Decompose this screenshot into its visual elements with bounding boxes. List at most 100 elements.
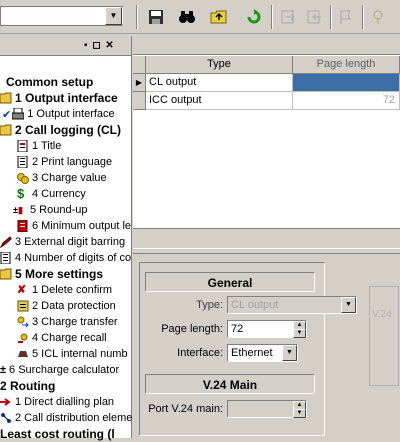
tree-item-charge-recall[interactable]: 4 Charge recall	[17, 330, 107, 346]
properties-panel: General Type: CL output ▼ Page length: 7…	[133, 254, 400, 438]
type-label: Type:	[143, 296, 223, 314]
tree-item-label: 1 Output interface	[27, 108, 115, 120]
header-label: Type	[207, 58, 231, 70]
tree-item-label: 5 Round-up	[30, 204, 88, 216]
page-length-label: Page length:	[143, 320, 223, 338]
tree-item-label: 1 Title	[32, 140, 62, 152]
navigation-tree-pane: ▪ ◻ ✕ Common setup 1 Output interface ✔ 1…	[0, 36, 132, 441]
tree-item-print-language[interactable]: 2 Print language	[17, 154, 112, 170]
grid-area: Type Page length ▶ CL output 72 ICC outp…	[133, 36, 400, 248]
field-text: 72	[231, 323, 244, 335]
help-disabled-icon	[367, 6, 389, 28]
spin-down-icon: ▼	[293, 409, 306, 418]
tree-item-label: Common setup	[6, 75, 94, 89]
column-header-page-length[interactable]: Page length	[293, 56, 400, 74]
tree-item-title[interactable]: 1 Title	[17, 138, 61, 154]
cell-type[interactable]: ICC output	[146, 92, 293, 110]
toolbar: ▼	[0, 0, 400, 34]
phone-icon	[17, 348, 29, 360]
toolbar-separator	[362, 5, 364, 29]
tree-item-label: Least cost routing (l	[0, 427, 115, 441]
general-group-header: General	[145, 272, 315, 292]
delete-x-icon: ✘	[17, 284, 27, 296]
tree-item-label: 1 Output interface	[15, 91, 118, 105]
tree-item-external-digit-barring[interactable]: 3 External digit barring	[0, 234, 125, 250]
tree-item-common-setup[interactable]: Common setup	[6, 74, 93, 90]
coins-icon	[17, 172, 29, 184]
tree-item-output-interface-folder[interactable]: 1 Output interface	[0, 90, 118, 106]
tree-item-least-cost-routing[interactable]: Least cost routing (l	[0, 426, 115, 442]
pane-header-controls[interactable]: ▪ ◻ ✕	[84, 40, 115, 51]
grid-scrollbar-area[interactable]	[133, 228, 400, 248]
cell-page-length[interactable]: 72	[293, 92, 400, 110]
header-label: Page length	[316, 58, 376, 70]
refresh-icon[interactable]	[243, 6, 265, 28]
tree-item-label: 4 Charge recall	[32, 332, 107, 344]
group-title: General	[207, 276, 253, 290]
tree-item-icl-internal-numb[interactable]: 5 ICL internal numb	[17, 346, 128, 362]
cell-type[interactable]: CL output	[146, 74, 293, 92]
save-icon[interactable]	[145, 6, 167, 28]
chevron-down-icon: ▼	[341, 297, 356, 313]
chevron-down-icon[interactable]: ▼	[282, 345, 297, 361]
tree-item-output-interface[interactable]: ✔ 1 Output interface	[2, 106, 115, 122]
tree-item-charge-value[interactable]: 3 Charge value	[17, 170, 107, 186]
folder-icon	[0, 92, 12, 104]
chevron-down-icon[interactable]: ▼	[105, 7, 122, 25]
tree-item-more-settings-folder[interactable]: 5 More settings	[0, 266, 103, 282]
cell-text: ICC output	[149, 94, 202, 106]
tree-item-label: 2 Routing	[0, 379, 56, 393]
lock-document-icon	[17, 300, 29, 312]
type-field: CL output	[227, 296, 357, 314]
printer-icon	[11, 107, 25, 120]
tree-item-minimum-output[interactable]: 6 Minimum output le	[17, 218, 131, 234]
tree-item-delete-confirm[interactable]: ✘ 1 Delete confirm	[17, 282, 112, 298]
tree-item-number-of-digits[interactable]: 4 Number of digits of co	[0, 250, 131, 266]
route-arrow-icon	[0, 396, 12, 408]
tree-item-call-logging-folder[interactable]: 2 Call logging (CL)	[0, 122, 121, 138]
tree-item-label: 3 External digit barring	[15, 236, 126, 248]
find-binoculars-icon[interactable]	[176, 6, 198, 28]
tree-item-surcharge-calculator[interactable]: ±6 Surcharge calculator	[0, 362, 119, 378]
toolbar-separator	[330, 5, 332, 29]
folder-up-icon[interactable]	[208, 6, 230, 28]
tree-item-label: 3 Charge value	[32, 172, 107, 184]
tree-item-charge-transfer[interactable]: 3 Charge transfer	[17, 314, 118, 330]
check-icon: ✔	[2, 108, 12, 121]
tree-item-round-up[interactable]: ±▮ 5 Round-up	[13, 202, 88, 218]
export-disabled-icon	[277, 6, 299, 28]
folder-icon	[0, 268, 12, 280]
detail-pane: Type Page length ▶ CL output 72 ICC outp…	[133, 36, 400, 438]
pane-header: ▪ ◻ ✕	[0, 36, 131, 56]
tree-item-label: 6 Surcharge calculator	[9, 364, 120, 376]
side-panel: V.24	[369, 286, 399, 386]
column-header-type[interactable]: Type	[146, 56, 293, 74]
cell-page-length-selected[interactable]: 72	[293, 74, 400, 92]
cell-text: 72	[382, 94, 395, 106]
grid-corner	[133, 56, 146, 74]
label-text: Page length:	[161, 323, 223, 335]
row-selector-icon[interactable]: ▶	[133, 74, 146, 92]
tree-item-routing-folder[interactable]: 2 Routing	[0, 378, 55, 394]
document-icon	[17, 139, 29, 153]
field-text: Ethernet	[231, 347, 273, 359]
toolbar-separator	[136, 5, 138, 29]
tree-item-label: 5 More settings	[15, 267, 104, 281]
cell-text: CL output	[149, 76, 197, 88]
tree-item-label: 6 Minimum output le	[32, 220, 132, 232]
tree-item-call-distribution[interactable]: 2 Call distribution eleme	[0, 410, 132, 426]
row-selector[interactable]	[133, 92, 146, 110]
document-list-icon	[17, 155, 29, 169]
import-disabled-icon	[303, 6, 325, 28]
document-list-icon	[0, 251, 12, 265]
tree-item-currency[interactable]: $4 Currency	[17, 186, 86, 202]
tree-item-label: 2 Print language	[32, 156, 113, 168]
interface-label: Interface:	[143, 344, 223, 362]
tree-item-data-protection[interactable]: 2 Data protection	[17, 298, 116, 314]
tree-item-direct-dialling-plan[interactable]: 1 Direct dialling plan	[0, 394, 114, 410]
transfer-icon	[17, 316, 29, 328]
group-title: V.24 Main	[202, 378, 258, 392]
spin-down-icon[interactable]: ▼	[293, 329, 306, 338]
tree-item-label: 1 Delete confirm	[32, 284, 113, 296]
label-text: Type:	[196, 299, 223, 311]
